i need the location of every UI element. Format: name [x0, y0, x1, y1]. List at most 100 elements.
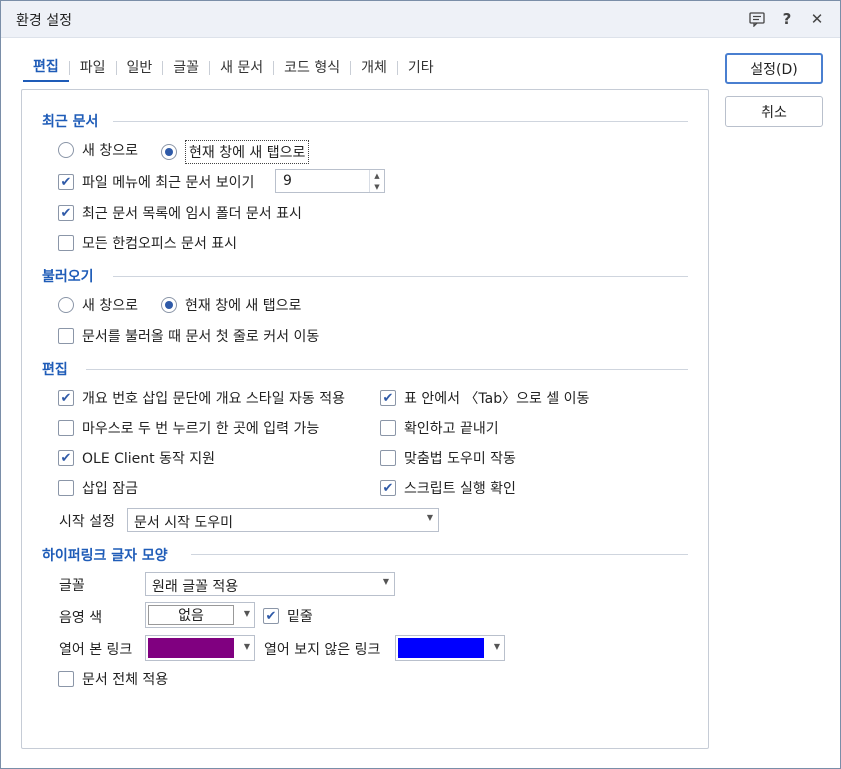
ok-button-label: 설정(D) — [750, 61, 798, 78]
ok-button[interactable]: 설정(D) — [725, 53, 823, 84]
tab-new-document[interactable]: 새 문서 — [210, 53, 273, 83]
edit-insert-lock-checkbox[interactable]: 삽입 잠금 — [58, 478, 138, 498]
tab-font[interactable]: 글꼴 — [163, 53, 209, 83]
section-divider — [191, 554, 688, 555]
open-radio-new-window[interactable]: 새 창으로 — [58, 295, 138, 315]
cancel-button[interactable]: 취소 — [725, 96, 823, 127]
edit-ole-client-checkbox[interactable]: ✔ OLE Client 동작 지원 — [58, 448, 215, 468]
radio-label: 현재 창에 새 탭으로 — [185, 298, 302, 314]
checkbox-label: 최근 문서 목록에 임시 폴더 문서 표시 — [82, 206, 302, 222]
checkbox-label: 파일 메뉴에 최근 문서 보이기 — [82, 175, 255, 191]
hyperlink-shade-color-dropdown[interactable]: 없음 ▼ — [145, 602, 255, 628]
edit-script-confirm-checkbox[interactable]: ✔ 스크립트 실행 확인 — [380, 478, 516, 498]
open-cursor-first-line-checkbox[interactable]: 문서를 불러올 때 문서 첫 줄로 커서 이동 — [58, 326, 319, 346]
checkbox-unchecked[interactable] — [58, 671, 74, 687]
radio-label: 현재 창에 새 탭으로 — [185, 140, 310, 164]
edit-double-click-checkbox[interactable]: 마우스로 두 번 누르기 한 곳에 입력 가능 — [58, 418, 319, 438]
section-title-edit: 편집 — [42, 362, 68, 378]
unvisited-link-label: 열어 보지 않은 링크 — [264, 642, 381, 658]
checkbox-label: 스크립트 실행 확인 — [404, 481, 516, 497]
tab-other[interactable]: 기타 — [398, 53, 444, 83]
cancel-button-label: 취소 — [761, 104, 787, 121]
start-setting-label: 시작 설정 — [59, 514, 115, 530]
color-swatch-unvisited — [398, 638, 484, 658]
checkbox-checked[interactable]: ✔ — [58, 174, 74, 190]
checkbox-label: OLE Client 동작 지원 — [82, 451, 216, 467]
close-icon[interactable]: ✕ — [805, 7, 829, 31]
settings-dialog: 환경 설정 ? ✕ 편집 파일 일반 글꼴 새 문서 코드 형식 개체 기타 설… — [0, 0, 841, 769]
unvisited-link-color-dropdown[interactable]: ▼ — [395, 635, 505, 661]
dialog-title: 환경 설정 — [16, 13, 72, 29]
section-title-recent: 최근 문서 — [42, 114, 99, 130]
hyperlink-underline-checkbox[interactable]: ✔ 밑줄 — [263, 606, 313, 626]
checkbox-unchecked[interactable] — [58, 420, 74, 436]
open-radio-new-tab[interactable]: 현재 창에 새 탭으로 — [161, 295, 301, 315]
radio-button[interactable] — [58, 297, 74, 313]
recent-show-in-menu-checkbox[interactable]: ✔ 파일 메뉴에 최근 문서 보이기 — [58, 172, 254, 192]
color-swatch-visited — [148, 638, 234, 658]
hyperlink-font-dropdown[interactable]: 원래 글꼴 적용 ▼ — [145, 572, 395, 596]
checkbox-unchecked[interactable] — [58, 480, 74, 496]
tab-file[interactable]: 파일 — [70, 53, 116, 83]
edit-tab-in-table-checkbox[interactable]: ✔ 표 안에서 〈Tab〉으로 셀 이동 — [380, 388, 589, 408]
edit-confirm-exit-checkbox[interactable]: 확인하고 끝내기 — [380, 418, 499, 438]
tab-bar: 편집 파일 일반 글꼴 새 문서 코드 형식 개체 기타 — [23, 53, 444, 83]
dropdown-arrow-icon: ▼ — [426, 513, 433, 522]
radio-button-selected[interactable] — [161, 297, 177, 313]
section-divider — [86, 369, 688, 370]
checkbox-label: 문서를 불러올 때 문서 첫 줄로 커서 이동 — [82, 329, 320, 345]
tab-general[interactable]: 일반 — [117, 53, 163, 83]
radio-label: 새 창으로 — [82, 298, 138, 314]
section-divider — [113, 121, 688, 122]
comment-icon[interactable] — [745, 7, 769, 31]
dropdown-arrow-icon: ▼ — [243, 609, 250, 618]
radio-button-selected[interactable] — [161, 144, 177, 160]
radio-button[interactable] — [58, 142, 74, 158]
dropdown-value: 원래 글꼴 적용 — [152, 579, 239, 595]
radio-label: 새 창으로 — [82, 143, 138, 159]
checkbox-checked[interactable]: ✔ — [380, 390, 396, 406]
hyperlink-font-label: 글꼴 — [59, 578, 85, 594]
checkbox-checked[interactable]: ✔ — [263, 608, 279, 624]
tab-edit[interactable]: 편집 — [23, 54, 69, 82]
checkbox-label: 밑줄 — [287, 609, 313, 625]
spin-up-icon[interactable]: ▲ — [374, 172, 379, 180]
spinner-arrows[interactable]: ▲ ▼ — [369, 170, 384, 192]
help-icon[interactable]: ? — [775, 7, 799, 31]
title-bar: 환경 설정 ? ✕ — [1, 1, 840, 38]
dropdown-value: 문서 시작 도우미 — [134, 515, 234, 531]
checkbox-label: 삽입 잠금 — [82, 481, 138, 497]
recent-count-spinner[interactable]: 9 ▲ ▼ — [275, 169, 385, 193]
visited-link-color-dropdown[interactable]: ▼ — [145, 635, 255, 661]
recent-show-all-checkbox[interactable]: 모든 한컴오피스 문서 표시 — [58, 233, 237, 253]
spin-down-icon[interactable]: ▼ — [374, 183, 379, 191]
checkbox-checked[interactable]: ✔ — [58, 205, 74, 221]
checkbox-label: 표 안에서 〈Tab〉으로 셀 이동 — [404, 391, 590, 407]
recent-radio-new-tab[interactable]: 현재 창에 새 탭으로 — [161, 140, 310, 164]
edit-spell-helper-checkbox[interactable]: 맞춤법 도우미 작동 — [380, 448, 516, 468]
checkbox-checked[interactable]: ✔ — [58, 390, 74, 406]
checkbox-unchecked[interactable] — [380, 420, 396, 436]
checkbox-checked[interactable]: ✔ — [380, 480, 396, 496]
checkbox-label: 개요 번호 삽입 문단에 개요 스타일 자동 적용 — [82, 391, 345, 407]
hyperlink-apply-all-checkbox[interactable]: 문서 전체 적용 — [58, 669, 168, 689]
checkbox-unchecked[interactable] — [58, 235, 74, 251]
spinner-value: 9 — [283, 173, 292, 189]
tab-object[interactable]: 개체 — [351, 53, 397, 83]
dropdown-arrow-icon: ▼ — [493, 642, 500, 651]
start-setting-dropdown[interactable]: 문서 시작 도우미 ▼ — [127, 508, 439, 532]
edit-outline-style-checkbox[interactable]: ✔ 개요 번호 삽입 문단에 개요 스타일 자동 적용 — [58, 388, 345, 408]
checkbox-label: 맞춤법 도우미 작동 — [404, 451, 516, 467]
section-title-open: 불러오기 — [42, 269, 94, 285]
checkbox-checked[interactable]: ✔ — [58, 450, 74, 466]
recent-show-temp-checkbox[interactable]: ✔ 최근 문서 목록에 임시 폴더 문서 표시 — [58, 203, 302, 223]
checkbox-unchecked[interactable] — [380, 450, 396, 466]
tab-code-format[interactable]: 코드 형식 — [274, 53, 350, 83]
checkbox-label: 확인하고 끝내기 — [404, 421, 499, 437]
checkbox-unchecked[interactable] — [58, 328, 74, 344]
section-divider — [113, 276, 688, 277]
visited-link-label: 열어 본 링크 — [59, 642, 133, 658]
section-title-hyperlink: 하이퍼링크 글자 모양 — [42, 548, 168, 564]
recent-radio-new-window[interactable]: 새 창으로 — [58, 140, 138, 160]
checkbox-label: 마우스로 두 번 누르기 한 곳에 입력 가능 — [82, 421, 320, 437]
